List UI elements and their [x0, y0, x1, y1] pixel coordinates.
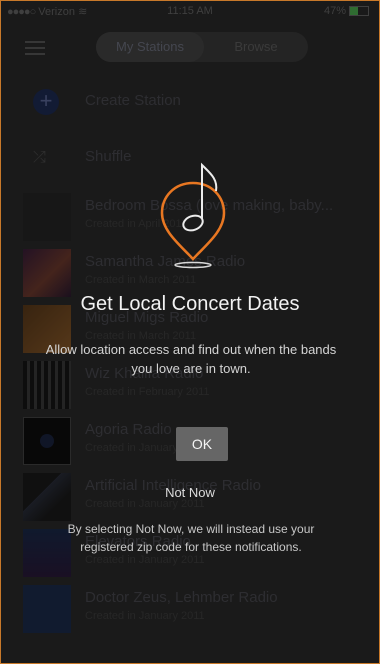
- location-pin-music-icon: [160, 162, 226, 269]
- app-frame: ●●●●○ Verizon ≋ 11:15 AM 47% My Stations…: [0, 0, 380, 664]
- not-now-footnote: By selecting Not Now, we will instead us…: [67, 522, 315, 554]
- location-permission-overlay: Get Local Concert Dates Allow location a…: [1, 1, 379, 663]
- not-now-button[interactable]: Not Now: [1, 485, 379, 500]
- ok-button[interactable]: OK: [176, 427, 228, 461]
- modal-title: Get Local Concert Dates: [80, 293, 300, 315]
- modal-message: Allow location access and find out when …: [45, 342, 337, 376]
